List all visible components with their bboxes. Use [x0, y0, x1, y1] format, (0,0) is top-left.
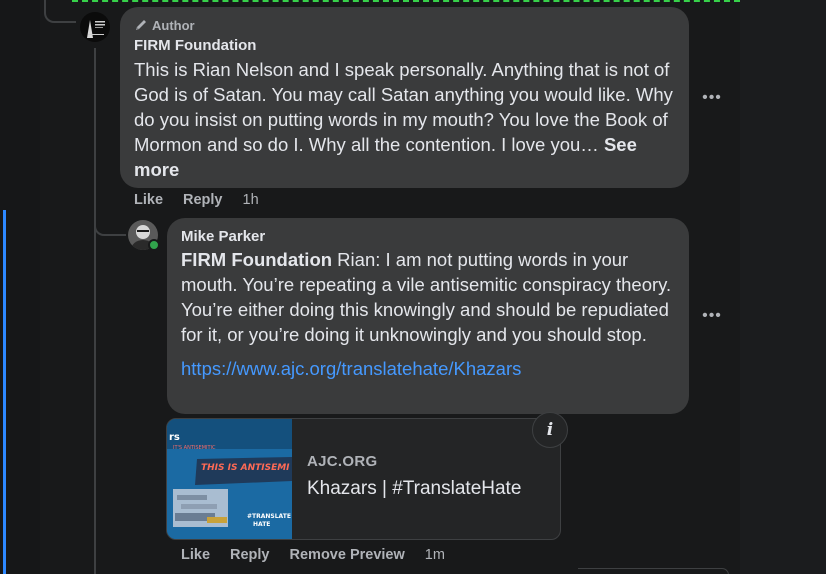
comment-text: FIRM Foundation Rian: I am not putting w…	[181, 247, 675, 347]
thumb-label: HATE	[253, 521, 271, 528]
link-preview-info: AJC.ORG Khazars | #TranslateHate	[307, 453, 521, 500]
comment-timestamp[interactable]: 1m	[425, 547, 445, 563]
thread-connector-top	[44, 0, 76, 23]
comment-author-name[interactable]: Mike Parker	[181, 227, 675, 247]
firm-logo-icon	[80, 12, 110, 42]
online-status-icon	[148, 239, 160, 251]
left-gutter	[0, 0, 40, 574]
thread-line-main	[94, 48, 96, 574]
comment-actions: Like Reply Remove Preview 1m	[181, 547, 445, 563]
author-badge: Author	[134, 16, 675, 34]
thumb-label: THIS IS ANTISEMI	[201, 463, 290, 473]
right-gutter	[740, 0, 826, 574]
thumbnail-image	[167, 419, 292, 539]
comment-bubble-firm: Author FIRM Foundation This is Rian Nels…	[120, 7, 689, 188]
link-container: https://www.ajc.org/translatehate/Khazar…	[181, 356, 675, 381]
link-preview-thumbnail: rs IT'S ANTISEMITIC THIS IS ANTISEMI #TR…	[167, 419, 292, 539]
pencil-icon	[136, 20, 146, 30]
comment-bubble-mike: Mike Parker FIRM Foundation Rian: I am n…	[167, 218, 689, 414]
thumb-label: #TRANSLATE	[247, 513, 291, 520]
mention-tag[interactable]: FIRM Foundation	[181, 249, 332, 270]
comment-author-name[interactable]: FIRM Foundation	[134, 36, 675, 56]
avatar-firm-foundation[interactable]	[80, 12, 110, 42]
comment-timestamp[interactable]: 1h	[243, 192, 259, 208]
comment-options-button[interactable]: •••	[700, 304, 724, 328]
thumb-label: rs	[169, 432, 180, 443]
reply-button[interactable]: Reply	[183, 192, 223, 208]
active-indicator	[3, 210, 6, 574]
next-comment-connector	[578, 568, 729, 574]
reply-button[interactable]: Reply	[230, 547, 270, 563]
thumb-label: IT'S ANTISEMITIC	[173, 445, 216, 451]
thread-connector-reply	[94, 214, 126, 236]
link-preview-title[interactable]: Khazars | #TranslateHate	[307, 478, 521, 500]
info-icon[interactable]: i	[532, 412, 568, 448]
info-icon-glyph: i	[546, 420, 554, 440]
top-divider	[72, 0, 740, 4]
comment-link[interactable]: https://www.ajc.org/translatehate/Khazar…	[181, 358, 521, 379]
comment-actions: Like Reply 1h	[134, 192, 259, 208]
comment-options-button[interactable]: •••	[700, 86, 724, 110]
remove-preview-button[interactable]: Remove Preview	[290, 547, 405, 563]
link-preview-card[interactable]: rs IT'S ANTISEMITIC THIS IS ANTISEMI #TR…	[166, 418, 561, 540]
author-badge-label: Author	[152, 17, 195, 33]
link-preview-domain: AJC.ORG	[307, 453, 378, 470]
comment-body: This is Rian Nelson and I speak personal…	[134, 59, 673, 155]
comment-thread: Author FIRM Foundation This is Rian Nels…	[0, 0, 826, 574]
comment-text: This is Rian Nelson and I speak personal…	[134, 57, 675, 182]
like-button[interactable]: Like	[181, 547, 210, 563]
like-button[interactable]: Like	[134, 192, 163, 208]
